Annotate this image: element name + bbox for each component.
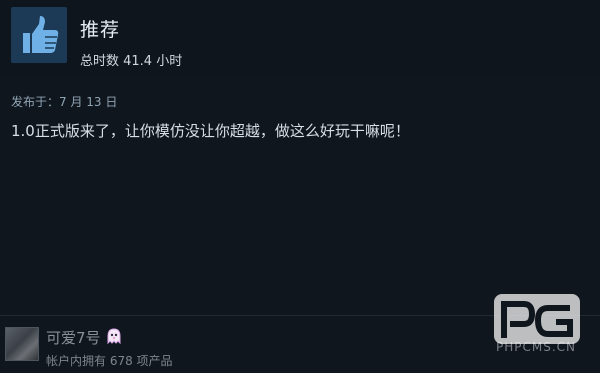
thumbs-up-icon — [23, 16, 59, 53]
ghost-icon — [107, 328, 121, 345]
review-text: 1.0正式版来了，让你模仿没让你超越，做这么好玩干嘛呢！ — [11, 122, 410, 140]
owned-products: 帐户内拥有 678 项产品 — [46, 354, 173, 368]
recommend-badge — [11, 7, 67, 63]
playtime-hours: 总时数 41.4 小时 — [80, 54, 183, 69]
review-verdict: 推荐 — [80, 19, 121, 41]
author-name[interactable]: 可爱7号 — [46, 327, 101, 348]
review-header: 推荐 总时数 41.4 小时 — [0, 0, 600, 74]
watermark-text: PHPCMS.CN — [496, 340, 577, 354]
posted-date: 发布于：7 月 13 日 — [11, 95, 118, 109]
avatar[interactable] — [5, 327, 39, 361]
